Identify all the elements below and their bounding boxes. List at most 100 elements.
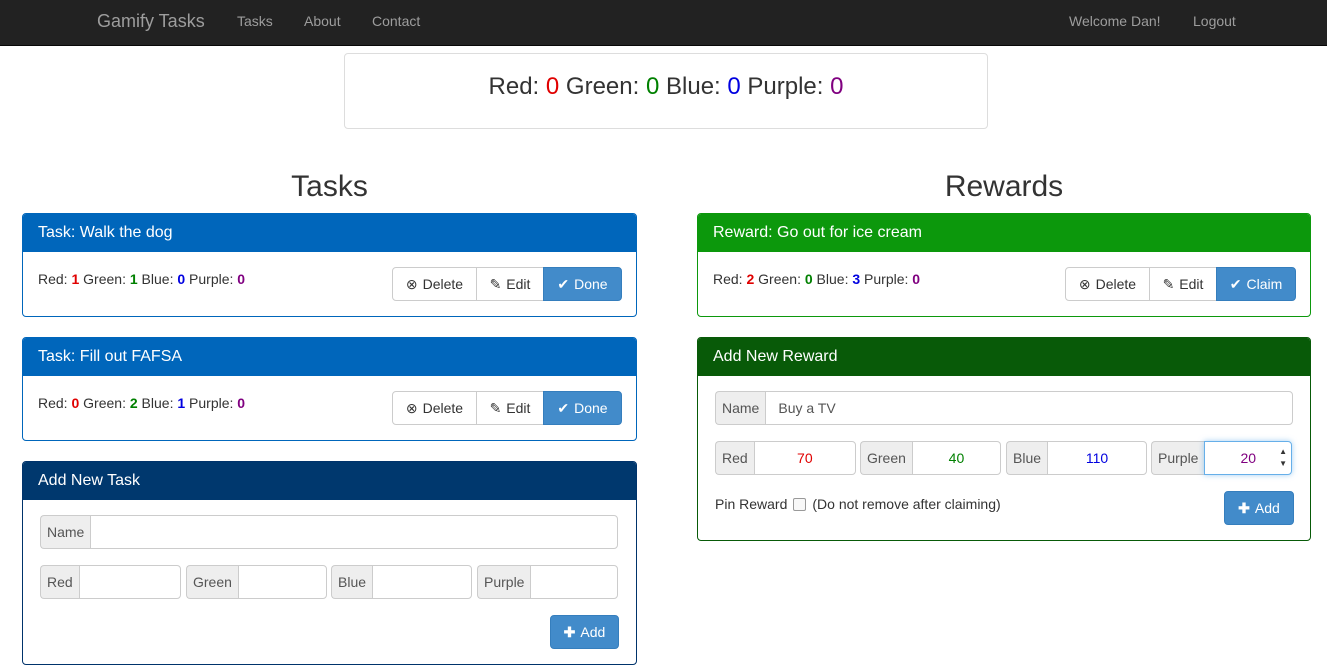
delete-button[interactable]: ⊗ Delete bbox=[392, 391, 477, 425]
reward-red-input[interactable]: 70 bbox=[753, 441, 856, 475]
points-summary: Red: 0 Green: 0 Blue: 0 Purple: 0 bbox=[344, 53, 988, 129]
task-name-group: Name bbox=[40, 515, 618, 549]
red-value: 0 bbox=[71, 395, 80, 411]
edit-button[interactable]: ✎ Edit bbox=[476, 391, 544, 425]
name-label: Name bbox=[715, 391, 766, 425]
add-reward-button[interactable]: ✚ Add bbox=[1224, 491, 1294, 525]
points-purple-label: Purple: bbox=[747, 73, 824, 100]
delete-button[interactable]: ⊗ Delete bbox=[1065, 267, 1150, 301]
task-green-input[interactable] bbox=[237, 565, 327, 599]
reward-title: Reward: Go out for ice cream bbox=[698, 214, 1310, 252]
claim-button[interactable]: ✔ Claim bbox=[1216, 267, 1296, 301]
plus-icon: ✚ bbox=[1238, 500, 1250, 516]
nav-link-tasks[interactable]: Tasks bbox=[237, 13, 273, 29]
reward-blue-group: Blue 110 bbox=[1006, 441, 1147, 475]
delete-label: Delete bbox=[422, 400, 464, 416]
blue-label: Blue: bbox=[816, 271, 849, 287]
points-blue-value: 0 bbox=[727, 73, 741, 100]
green-label: Green bbox=[186, 565, 238, 599]
claim-label: Claim bbox=[1246, 276, 1283, 292]
reward-purple-group: Purple 20 ▲ ▼ bbox=[1151, 441, 1292, 475]
pencil-icon: ✎ bbox=[489, 276, 502, 292]
add-reward-panel: Add New Reward Name Buy a TV Red 70 Gree… bbox=[697, 337, 1311, 541]
nav-link-contact[interactable]: Contact bbox=[372, 13, 420, 29]
purple-label: Purple: bbox=[864, 271, 909, 287]
reward-green-input[interactable]: 40 bbox=[911, 441, 1001, 475]
times-circle-icon: ⊗ bbox=[405, 276, 418, 292]
times-circle-icon: ⊗ bbox=[1078, 276, 1091, 292]
reward-points: Red: 2 Green: 0 Blue: 3 Purple: 0 bbox=[713, 271, 920, 287]
edit-label: Edit bbox=[1179, 276, 1204, 292]
pin-reward-checkbox[interactable] bbox=[793, 497, 807, 511]
delete-label: Delete bbox=[1095, 276, 1137, 292]
purple-label: Purple: bbox=[189, 271, 234, 287]
red-label: Red: bbox=[38, 395, 68, 411]
add-task-button[interactable]: ✚ Add bbox=[550, 615, 619, 649]
done-button[interactable]: ✔ Done bbox=[543, 391, 622, 425]
add-task-title: Add New Task bbox=[23, 462, 636, 500]
brand-link[interactable]: Gamify Tasks bbox=[97, 11, 205, 31]
blue-value: 3 bbox=[852, 271, 861, 287]
points-blue-label: Blue: bbox=[666, 73, 721, 100]
points-green-value: 0 bbox=[645, 73, 660, 100]
add-task-panel: Add New Task Name Red Green Blue Purple … bbox=[22, 461, 637, 665]
task-points: Red: 0 Green: 2 Blue: 1 Purple: 0 bbox=[38, 395, 245, 411]
blue-label: Blue: bbox=[141, 271, 174, 287]
add-label: Add bbox=[580, 624, 606, 640]
reward-name-input[interactable]: Buy a TV bbox=[765, 391, 1293, 425]
purple-label: Purple bbox=[477, 565, 531, 599]
check-icon: ✔ bbox=[557, 276, 570, 292]
task-blue-input[interactable] bbox=[372, 565, 472, 599]
pencil-icon: ✎ bbox=[489, 400, 502, 416]
red-label: Red bbox=[40, 565, 79, 599]
check-icon: ✔ bbox=[1229, 276, 1242, 292]
reward-blue-input[interactable]: 110 bbox=[1047, 441, 1147, 475]
pencil-icon: ✎ bbox=[1162, 276, 1175, 292]
edit-label: Edit bbox=[506, 400, 531, 416]
navbar: Gamify Tasks Tasks About Contact Welcome… bbox=[0, 0, 1327, 46]
task-actions: ⊗ Delete ✎ Edit ✔ Done bbox=[392, 267, 622, 301]
task-name-input[interactable] bbox=[90, 515, 618, 549]
task-red-input[interactable] bbox=[78, 565, 181, 599]
red-value: 1 bbox=[71, 271, 80, 287]
reward-purple-value: 20 bbox=[1240, 450, 1257, 466]
number-spinner-icon[interactable]: ▲ ▼ bbox=[1279, 446, 1287, 470]
tasks-heading: Tasks bbox=[291, 170, 368, 203]
plus-icon: ✚ bbox=[563, 624, 576, 640]
green-value: 0 bbox=[804, 271, 813, 287]
delete-button[interactable]: ⊗ Delete bbox=[392, 267, 477, 301]
blue-label: Blue bbox=[1006, 441, 1048, 475]
task-blue-group: Blue bbox=[331, 565, 472, 599]
task-purple-group: Purple bbox=[477, 565, 618, 599]
blue-label: Blue bbox=[331, 565, 373, 599]
points-purple-value: 0 bbox=[830, 73, 844, 100]
blue-value: 0 bbox=[177, 271, 186, 287]
rewards-heading: Rewards bbox=[944, 170, 1064, 203]
done-label: Done bbox=[574, 276, 608, 292]
pin-reward-label: Pin Reward bbox=[715, 496, 788, 512]
points-green-label: Green: bbox=[565, 73, 640, 100]
times-circle-icon: ⊗ bbox=[405, 400, 418, 416]
green-label: Green: bbox=[758, 271, 801, 287]
done-button[interactable]: ✔ Done bbox=[543, 267, 622, 301]
task-panel: Task: Fill out FAFSA Red: 0 Green: 2 Blu… bbox=[22, 337, 637, 441]
nav-link-about[interactable]: About bbox=[304, 13, 341, 29]
points-red-value: 0 bbox=[545, 73, 560, 100]
done-label: Done bbox=[574, 400, 608, 416]
red-label: Red: bbox=[38, 271, 68, 287]
reward-purple-input[interactable]: 20 ▲ ▼ bbox=[1204, 441, 1292, 475]
red-label: Red bbox=[715, 441, 754, 475]
check-icon: ✔ bbox=[557, 400, 570, 416]
task-title: Task: Fill out FAFSA bbox=[23, 338, 636, 376]
task-purple-input[interactable] bbox=[530, 565, 618, 599]
logout-link[interactable]: Logout bbox=[1193, 13, 1236, 29]
reward-panel: Reward: Go out for ice cream Red: 2 Gree… bbox=[697, 213, 1311, 317]
purple-label: Purple bbox=[1151, 441, 1205, 475]
purple-label: Purple: bbox=[189, 395, 234, 411]
edit-button[interactable]: ✎ Edit bbox=[1149, 267, 1217, 301]
edit-button[interactable]: ✎ Edit bbox=[476, 267, 544, 301]
purple-value: 0 bbox=[237, 271, 246, 287]
task-panel: Task: Walk the dog Red: 1 Green: 1 Blue:… bbox=[22, 213, 637, 317]
blue-label: Blue: bbox=[141, 395, 174, 411]
task-actions: ⊗ Delete ✎ Edit ✔ Done bbox=[392, 391, 622, 425]
